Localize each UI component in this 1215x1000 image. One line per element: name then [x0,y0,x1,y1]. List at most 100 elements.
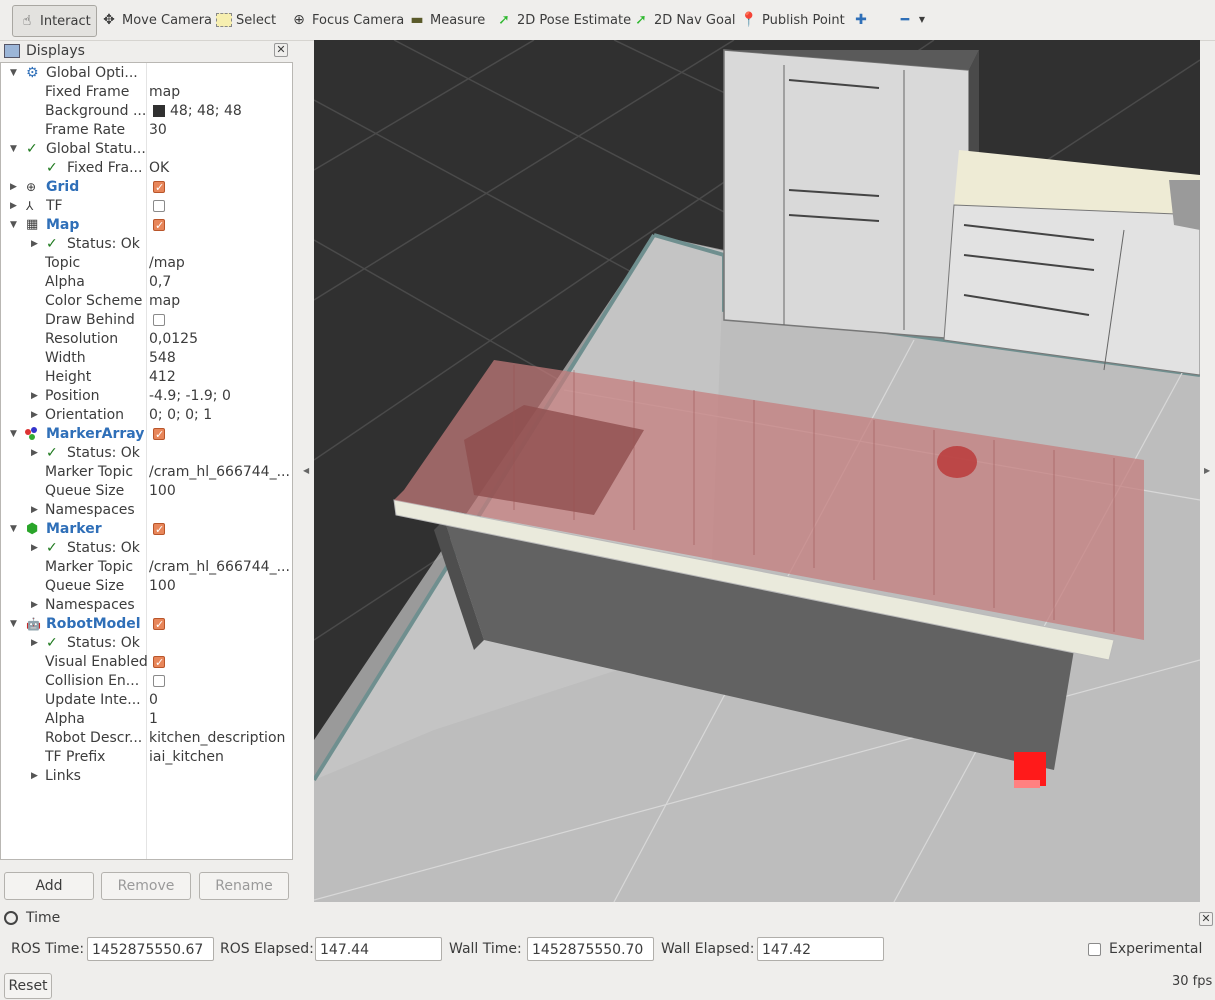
collapse-arrow-icon[interactable]: ▶ [31,444,38,463]
expand-arrow-icon[interactable]: ▼ [10,425,17,444]
enable-checkbox[interactable] [153,615,165,634]
row-value[interactable]: 30 [149,121,289,140]
tree-row-links[interactable]: ▶ Links [1,767,292,786]
draw-behind-checkbox[interactable] [153,314,165,326]
enable-checkbox[interactable] [153,216,165,235]
tree-row-resolution[interactable]: Resolution 0,0125 [1,330,292,349]
wall-time-field[interactable]: 1452875550.70 [527,937,654,961]
expand-arrow-icon[interactable]: ▼ [10,216,17,235]
add-tool-button[interactable]: ✚ [852,5,870,35]
tree-row-namespaces-2[interactable]: ▶ Namespaces [1,596,292,615]
tree-row-width[interactable]: Width 548 [1,349,292,368]
row-value[interactable]: /map [149,254,289,273]
nav-goal-tool-button[interactable]: ➚ 2D Nav Goal [632,5,735,35]
tree-row-marker[interactable]: ▼ ⬢ Marker [1,520,292,539]
tree-row-map[interactable]: ▼ ▦ Map [1,216,292,235]
expand-arrow-icon[interactable]: ▼ [10,140,17,159]
collapse-right-arrow-icon[interactable]: ▶ [1204,466,1210,475]
collapse-arrow-icon[interactable]: ▶ [31,387,38,406]
row-value[interactable]: 100 [149,482,289,501]
row-value[interactable]: 0 [149,691,289,710]
remove-display-button[interactable]: Remove [101,872,191,900]
row-value[interactable]: /cram_hl_666744_... [149,463,289,482]
collapse-left-arrow-icon[interactable]: ◀ [303,466,309,475]
collapse-arrow-icon[interactable]: ▶ [31,539,38,558]
tree-row-fixed-frame[interactable]: Fixed Frame map [1,83,292,102]
tree-row-marker-array-status[interactable]: ▶ ✓ Status: Ok [1,444,292,463]
tree-row-grid[interactable]: ▶ ⊕ Grid [1,178,292,197]
collapse-arrow-icon[interactable]: ▶ [10,178,17,197]
close-panel-icon[interactable]: ✕ [274,43,288,57]
tree-row-frame-rate[interactable]: Frame Rate 30 [1,121,292,140]
row-value[interactable]: map [149,292,289,311]
tree-row-global-status[interactable]: ▼ ✓ Global Statu... [1,140,292,159]
row-value[interactable]: kitchen_description [149,729,289,748]
render-viewport[interactable] [314,40,1200,902]
publish-point-tool-button[interactable]: 📍 Publish Point [740,5,844,35]
collision-enabled-checkbox[interactable] [153,675,165,687]
interact-tool-button[interactable]: ☝ Interact [12,5,97,37]
3d-scene[interactable] [314,40,1200,902]
tree-row-robot-model[interactable]: ▼ 🤖 RobotModel [1,615,292,634]
tree-row-alpha-2[interactable]: Alpha 1 [1,710,292,729]
tree-row-position[interactable]: ▶ Position -4.9; -1.9; 0 [1,387,292,406]
ros-elapsed-field[interactable]: 147.44 [315,937,442,961]
row-value[interactable]: iai_kitchen [149,748,289,767]
tree-row-update-interval[interactable]: Update Inte... 0 [1,691,292,710]
close-panel-icon[interactable]: ✕ [1199,912,1213,926]
expand-arrow-icon[interactable]: ▼ [10,64,17,83]
expand-arrow-icon[interactable]: ▼ [10,615,17,634]
tree-row-marker-topic-2[interactable]: Marker Topic /cram_hl_666744_... [1,558,292,577]
tree-row-queue-size[interactable]: Queue Size 100 [1,482,292,501]
tree-row-collision-enabled[interactable]: Collision En... [1,672,292,691]
enable-checkbox[interactable] [153,520,165,539]
tree-row-namespaces[interactable]: ▶ Namespaces [1,501,292,520]
tree-row-queue-size-2[interactable]: Queue Size 100 [1,577,292,596]
experimental-checkbox[interactable] [1088,943,1101,956]
measure-tool-button[interactable]: ▬ Measure [408,5,485,35]
row-value[interactable]: 1 [149,710,289,729]
wall-elapsed-field[interactable]: 147.42 [757,937,884,961]
visual-enabled-checkbox[interactable] [153,653,165,672]
tree-row-tf-prefix[interactable]: TF Prefix iai_kitchen [1,748,292,767]
tree-row-global-options[interactable]: ▼ ⚙ Global Opti... [1,64,292,83]
tree-row-marker-array[interactable]: ▼ MarkerArray [1,425,292,444]
tree-row-marker-topic[interactable]: Marker Topic /cram_hl_666744_... [1,463,292,482]
tree-row-robot-status[interactable]: ▶ ✓ Status: Ok [1,634,292,653]
row-value[interactable]: 100 [149,577,289,596]
tree-row-robot-description[interactable]: Robot Descr... kitchen_description [1,729,292,748]
collapse-arrow-icon[interactable]: ▶ [31,406,38,425]
tree-row-marker-status[interactable]: ▶ ✓ Status: Ok [1,539,292,558]
focus-camera-tool-button[interactable]: ⊕ Focus Camera [290,5,404,35]
collapse-arrow-icon[interactable]: ▶ [31,501,38,520]
tree-row-topic[interactable]: Topic /map [1,254,292,273]
tree-row-color-scheme[interactable]: Color Scheme map [1,292,292,311]
expand-arrow-icon[interactable]: ▼ [10,520,17,539]
select-tool-button[interactable]: Select [216,5,276,35]
pose-estimate-tool-button[interactable]: ➚ 2D Pose Estimate [495,5,631,35]
collapse-arrow-icon[interactable]: ▶ [31,235,38,254]
row-value[interactable]: 48; 48; 48 [170,102,310,121]
tree-row-orientation[interactable]: ▶ Orientation 0; 0; 0; 1 [1,406,292,425]
ros-time-field[interactable]: 1452875550.67 [87,937,214,961]
remove-tool-dropdown[interactable]: ━ ▼ [896,5,926,35]
row-value[interactable]: map [149,83,289,102]
tree-row-draw-behind[interactable]: Draw Behind [1,311,292,330]
row-value[interactable]: /cram_hl_666744_... [149,558,289,577]
add-display-button[interactable]: Add [4,872,94,900]
tree-row-map-status[interactable]: ▶ ✓ Status: Ok [1,235,292,254]
rename-display-button[interactable]: Rename [199,872,289,900]
collapse-arrow-icon[interactable]: ▶ [31,596,38,615]
tree-row-height[interactable]: Height 412 [1,368,292,387]
enable-checkbox[interactable] [153,178,165,197]
collapse-arrow-icon[interactable]: ▶ [31,767,38,786]
tree-row-visual-enabled[interactable]: Visual Enabled [1,653,292,672]
row-value[interactable]: 0,7 [149,273,289,292]
tree-row-background[interactable]: Background ... 48; 48; 48 [1,102,292,121]
enable-checkbox[interactable] [153,425,165,444]
collapse-arrow-icon[interactable]: ▶ [10,197,17,216]
enable-checkbox[interactable] [153,200,165,212]
move-camera-tool-button[interactable]: ✥ Move Camera [100,5,212,35]
tree-row-tf[interactable]: ▶ ⅄ TF [1,197,292,216]
tree-row-alpha[interactable]: Alpha 0,7 [1,273,292,292]
